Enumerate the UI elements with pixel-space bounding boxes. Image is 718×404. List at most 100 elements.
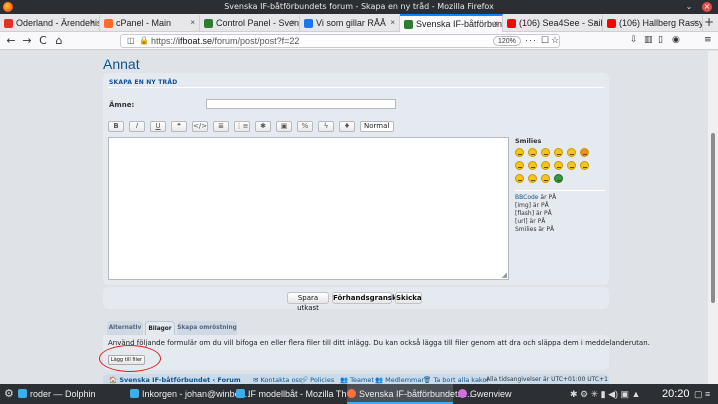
smiley-icon[interactable] xyxy=(554,174,563,183)
list-button[interactable]: ≣ xyxy=(213,121,229,132)
smiley-icon[interactable] xyxy=(580,161,589,170)
tab-close-icon[interactable]: × xyxy=(190,15,195,31)
taskbar-thunderbird-inbox[interactable]: Inkorgen - johan@winber... xyxy=(130,384,250,404)
delete-cookies-link[interactable]: 🗑 Ta bort alla kakor xyxy=(423,374,489,384)
font-size-select[interactable]: Normal xyxy=(360,121,394,132)
smiley-icon[interactable] xyxy=(515,174,524,183)
address-bar[interactable]: ◫ 🔒 https://ifboat.se/forum/post/post?f=… xyxy=(120,34,560,48)
taskbar-firefox[interactable]: Svenska IF-båtförbundets ... xyxy=(347,384,472,404)
image-button[interactable]: ▣ xyxy=(276,121,292,132)
smiley-icon[interactable] xyxy=(515,148,524,157)
window-titlebar: Svenska IF-båtförbundets forum - Skapa e… xyxy=(0,0,718,14)
bold-button[interactable]: B xyxy=(108,121,124,132)
tab-close-icon[interactable]: × xyxy=(493,16,498,32)
clock[interactable]: 20:20 xyxy=(662,384,690,404)
close-window-button[interactable]: × xyxy=(702,2,712,12)
tab-ifboat-active[interactable]: Svenska IF-båtförbunde × xyxy=(400,14,503,32)
tab-close-icon[interactable]: × xyxy=(90,15,95,31)
taskbar-gwenview[interactable]: Gwenview xyxy=(458,384,518,404)
taskbar-thunderbird-compose[interactable]: IF modellbåt - Mozilla Thu... xyxy=(236,384,359,404)
lock-icon[interactable]: 🔒 xyxy=(139,35,149,47)
oderland-favicon-icon xyxy=(4,19,13,28)
ifboat-favicon-icon xyxy=(404,20,413,29)
code-button[interactable]: </> xyxy=(192,121,208,132)
show-desktop-icon[interactable]: ▢ ≡ xyxy=(694,384,710,404)
save-draft-button[interactable]: Spara utkast xyxy=(287,292,329,312)
members-link[interactable]: 👥 Medlemmar xyxy=(375,374,424,384)
reload-button[interactable]: C xyxy=(36,34,50,48)
preview-button[interactable]: Förhandsgranska xyxy=(332,292,401,304)
private-mask-icon[interactable]: ◉ xyxy=(672,35,680,45)
color-button[interactable]: ♦ xyxy=(339,121,355,132)
url-text[interactable]: https://ifboat.se/forum/post/post?f=22 xyxy=(151,35,299,47)
back-button[interactable]: ← xyxy=(4,34,18,48)
smiley-icon[interactable] xyxy=(541,148,550,157)
tab-close-icon[interactable]: × xyxy=(390,15,395,31)
app-launcher-icon[interactable]: ⚙ xyxy=(4,384,14,404)
subject-input[interactable] xyxy=(206,99,396,109)
smiley-icon[interactable] xyxy=(567,148,576,157)
resize-grip-icon[interactable]: ◢ xyxy=(502,271,507,279)
link-button[interactable]: % xyxy=(297,121,313,132)
smiley-icon[interactable] xyxy=(528,174,537,183)
forward-button[interactable]: → xyxy=(20,34,34,48)
url-path: /forum/post/post?f=22 xyxy=(212,36,300,46)
tracking-shield-icon[interactable]: ◫ xyxy=(127,35,135,47)
new-tab-button[interactable]: + xyxy=(704,15,714,29)
smiley-icon[interactable] xyxy=(554,148,563,157)
smiley-icon[interactable] xyxy=(567,161,576,170)
zoom-level-badge[interactable]: 120% xyxy=(493,36,521,46)
taskbar-label: Gwenview xyxy=(470,389,512,399)
smilies-title: Smilies xyxy=(515,137,542,145)
tab-youtube-hallberg[interactable]: (106) Hallberg Rassy × xyxy=(603,15,703,31)
smiley-icon[interactable] xyxy=(528,161,537,170)
pocket-icon[interactable]: ☐ xyxy=(541,34,550,46)
italic-button[interactable]: I xyxy=(129,121,145,132)
contact-link[interactable]: ✉ Kontakta oss xyxy=(253,374,302,384)
tab-label: Oderland - Ärendehistoi xyxy=(16,18,99,28)
tab-cpanel[interactable]: cPanel - Main × xyxy=(100,15,200,31)
page-actions-menu-icon[interactable]: ··· xyxy=(525,34,537,46)
home-button[interactable]: ⌂ xyxy=(52,34,66,48)
minimize-button[interactable]: ⌄ xyxy=(684,2,694,12)
submit-button[interactable]: Skicka xyxy=(395,292,422,304)
tab-label: Svenska IF-båtförbunde xyxy=(416,19,503,29)
tab-attachments[interactable]: Bilagor xyxy=(145,321,175,336)
underline-button[interactable]: U xyxy=(150,121,166,132)
footer-home-link[interactable]: 🏠 Svenska IF-båtförbundet ‹ Forum xyxy=(109,374,241,384)
tab-close-icon[interactable]: × xyxy=(693,15,698,31)
scrollbar-thumb[interactable] xyxy=(711,133,715,303)
quote-button[interactable]: ❝ xyxy=(171,121,187,132)
list-item-button[interactable]: ✱ xyxy=(255,121,271,132)
smiley-icon[interactable] xyxy=(580,148,589,157)
bookmark-star-icon[interactable]: ☆ xyxy=(551,34,560,46)
tab-facebook-raa[interactable]: Vi som gillar RÅÅ × xyxy=(300,15,400,31)
smiley-icon[interactable] xyxy=(541,161,550,170)
flash-button[interactable]: ϟ xyxy=(318,121,334,132)
smilies-status: Smilies är PÅ xyxy=(515,226,555,233)
tab-control-panel[interactable]: Control Panel - Svensk × xyxy=(200,15,300,31)
smiley-icon[interactable] xyxy=(554,161,563,170)
tab-close-icon[interactable]: × xyxy=(290,15,295,31)
library-icon[interactable]: ▥ xyxy=(644,35,653,45)
download-icon[interactable]: ⇩ xyxy=(630,35,638,45)
system-tray-icons[interactable]: ✱ ⚙ ✳ ▮ ◀) ▣ ▲ xyxy=(570,384,640,404)
tab-poll[interactable]: Skapa omröstning xyxy=(177,321,237,335)
forum-heading[interactable]: Annat xyxy=(103,56,140,72)
tab-close-icon[interactable]: × xyxy=(593,15,598,31)
sidebar-icon[interactable]: ▯ xyxy=(658,35,663,45)
ordered-list-button[interactable]: ⋮≡ xyxy=(234,121,250,132)
hamburger-menu-icon[interactable]: ≡ xyxy=(704,35,712,45)
message-textarea[interactable]: ◢ xyxy=(108,137,509,280)
policies-link[interactable]: 🔗 Policies xyxy=(300,374,334,384)
tab-youtube-sea4see[interactable]: (106) Sea4See - Sailing × xyxy=(503,15,603,31)
smiley-icon[interactable] xyxy=(528,148,537,157)
tab-options[interactable]: Alternativ xyxy=(107,321,143,335)
taskbar-dolphin[interactable]: roder — Dolphin xyxy=(18,384,128,404)
team-link[interactable]: 👥 Teamet xyxy=(340,374,374,384)
smiley-icon[interactable] xyxy=(541,174,550,183)
smiley-icon[interactable] xyxy=(515,161,524,170)
forum-footer: 🏠 Svenska IF-båtförbundet ‹ Forum ✉ Kont… xyxy=(103,374,609,384)
bbcode-link[interactable]: BBCode xyxy=(515,194,539,201)
tab-oderland[interactable]: Oderland - Ärendehistoi × xyxy=(0,15,100,31)
